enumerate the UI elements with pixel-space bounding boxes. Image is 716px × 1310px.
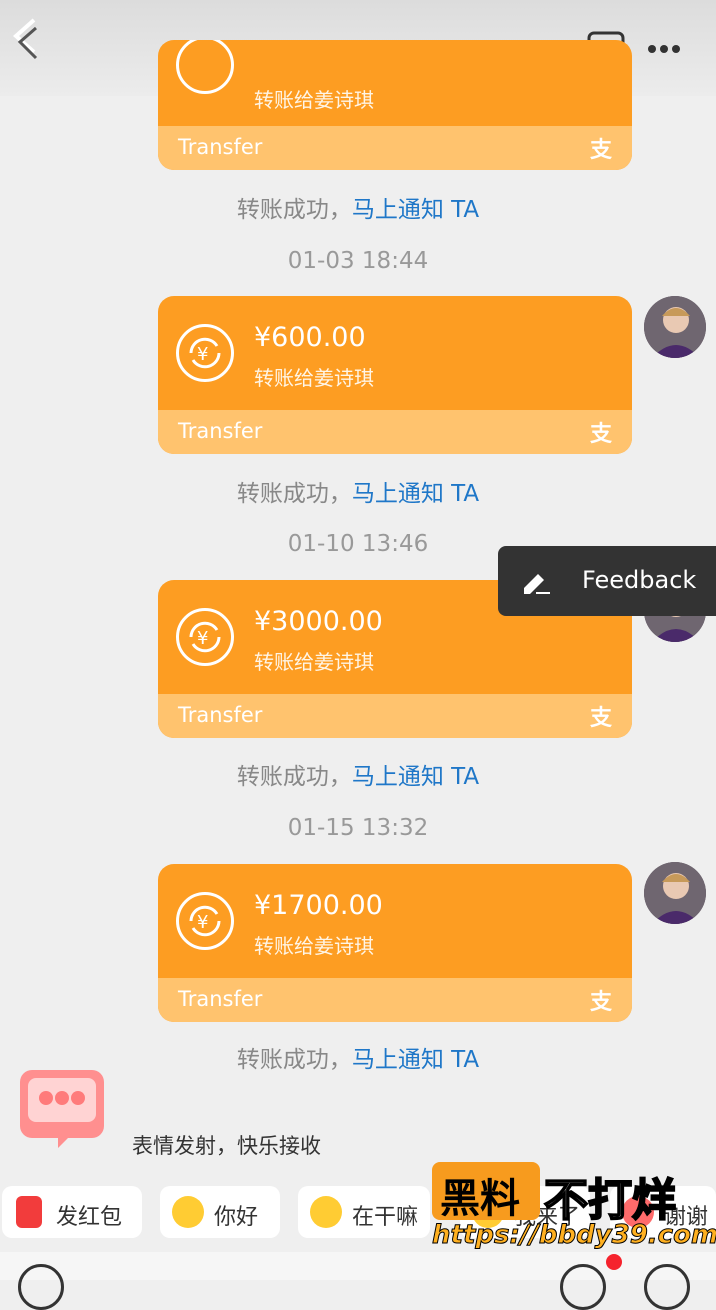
transfer-amount: ¥1700.00	[254, 890, 383, 921]
avatar[interactable]	[644, 862, 706, 924]
transfer-recipient: 转账给姜诗琪	[254, 650, 374, 674]
quick-reply-label: 你好	[214, 1205, 259, 1230]
transfer-amount: ¥600.00	[254, 322, 366, 353]
alipay-icon: 支	[589, 706, 612, 731]
wave-emoji-icon	[172, 1196, 204, 1228]
watermark-url: https://bbdy39.com	[431, 1220, 716, 1251]
svg-text:¥: ¥	[197, 912, 208, 933]
transfer-card[interactable]: ¥ ¥1700.00 转账给姜诗琪 Transfer 支	[158, 864, 632, 1022]
plus-icon[interactable]	[644, 1264, 690, 1310]
transfer-coin-icon	[176, 40, 234, 94]
voice-icon[interactable]	[18, 1264, 64, 1310]
transfer-recipient: 转账给姜诗琪	[254, 366, 374, 390]
avatar[interactable]	[644, 296, 706, 358]
transfer-coin-icon: ¥	[176, 608, 234, 666]
transfer-coin-icon: ¥	[176, 324, 234, 382]
quick-reply-label: 发红包	[56, 1205, 123, 1230]
alipay-icon: 支	[589, 422, 612, 447]
notification-dot	[606, 1254, 622, 1270]
transfer-label: Transfer	[178, 419, 263, 443]
notify-link[interactable]: 马上通知 TA	[352, 1047, 479, 1073]
watermark-text: 不打烊	[543, 1174, 677, 1227]
svg-text:¥: ¥	[197, 628, 208, 649]
feedback-button[interactable]: Feedback	[498, 546, 716, 616]
transfer-label: Transfer	[178, 135, 263, 159]
notify-link[interactable]: 马上通知 TA	[352, 197, 479, 223]
transfer-coin-icon: ¥	[176, 892, 234, 950]
emoji-icon[interactable]	[560, 1264, 606, 1310]
watermark-logo: 黑料	[432, 1162, 540, 1222]
emoji-caption: 表情发射，快乐接收	[132, 1134, 321, 1158]
notify-link[interactable]: 马上通知 TA	[352, 764, 479, 790]
quick-reply-red-envelope[interactable]: 发红包	[2, 1186, 142, 1238]
svg-text:¥: ¥	[197, 344, 208, 365]
transfer-card[interactable]: 转账给姜诗琪 Transfer 支	[158, 40, 632, 170]
transfer-card[interactable]: ¥ ¥600.00 转账给姜诗琪 Transfer 支	[158, 296, 632, 454]
transfer-amount: ¥3000.00	[254, 606, 383, 637]
transfer-recipient: 转账给姜诗琪	[254, 934, 374, 958]
feedback-label: Feedback	[582, 566, 697, 594]
chat-bubble-icon[interactable]	[18, 1064, 106, 1148]
alipay-icon: 支	[589, 990, 612, 1015]
watermark: 黑料 不打烊 https://bbdy39.com	[431, 1162, 716, 1256]
transfer-label: Transfer	[178, 987, 263, 1011]
alipay-icon: 支	[589, 138, 612, 163]
more-options-icon[interactable]	[648, 34, 688, 64]
transfer-status: 转账成功，马上通知 TA	[236, 764, 480, 790]
transfer-status: 转账成功，马上通知 TA	[236, 1047, 480, 1073]
timestamp: 01-03 18:44	[287, 248, 429, 274]
red-envelope-icon	[16, 1196, 42, 1228]
timestamp: 01-15 13:32	[287, 815, 429, 841]
face-emoji-icon	[310, 1196, 342, 1228]
transfer-recipient: 转账给姜诗琪	[254, 88, 374, 112]
notify-link[interactable]: 马上通知 TA	[352, 481, 479, 507]
pencil-icon	[524, 574, 550, 594]
transfer-status: 转账成功，马上通知 TA	[236, 197, 480, 223]
transfer-label: Transfer	[178, 703, 263, 727]
quick-reply-hello[interactable]: 你好	[160, 1186, 280, 1238]
quick-reply-what-doing[interactable]: 在干嘛	[298, 1186, 430, 1238]
transfer-status: 转账成功，马上通知 TA	[236, 481, 480, 507]
quick-reply-label: 在干嘛	[352, 1205, 419, 1230]
